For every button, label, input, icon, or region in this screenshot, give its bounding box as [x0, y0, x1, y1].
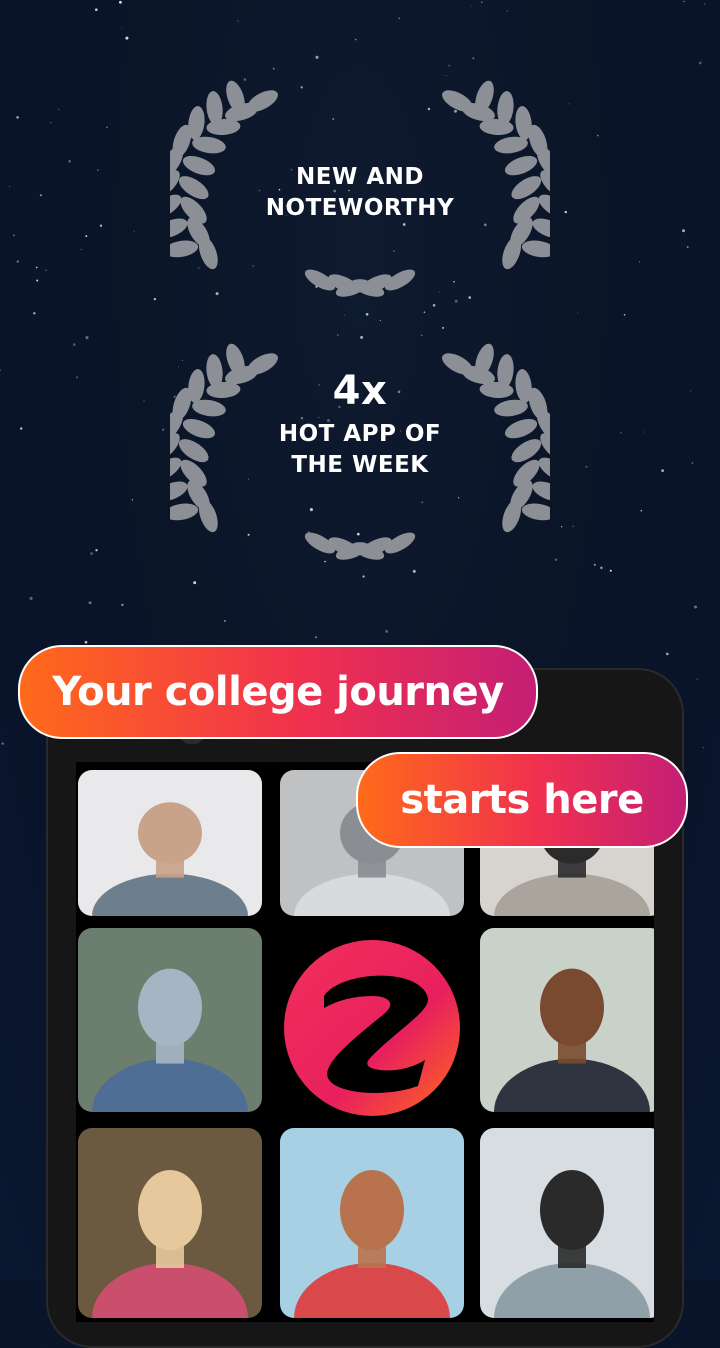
- photo-girl-rainbow-hair[interactable]: [78, 1128, 262, 1318]
- photo-woman-with-hat[interactable]: [78, 928, 262, 1112]
- award-line: NOTEWORTHY: [265, 195, 455, 221]
- award-multiplier: 4x: [332, 368, 388, 414]
- portrait-photo: [480, 1128, 654, 1318]
- photo-man-glasses-smiling[interactable]: [480, 928, 654, 1112]
- headline-line-1: Your college journey: [52, 669, 504, 715]
- app-logo-icon: [284, 940, 460, 1116]
- photo-young-man-confetti[interactable]: [78, 770, 262, 916]
- portrait-photo: [78, 1128, 262, 1318]
- portrait-photo: [280, 1128, 464, 1318]
- award-line: HOT APP OF: [278, 421, 442, 447]
- portrait-photo: [480, 928, 654, 1112]
- award-hot-app: 4x HOT APP OF THE WEEK: [0, 343, 720, 573]
- award-line: THE WEEK: [291, 452, 429, 478]
- headline-line-2: starts here: [400, 777, 644, 823]
- portrait-photo: [78, 928, 262, 1112]
- portrait-photo: [78, 770, 262, 916]
- award-line: NEW AND: [296, 164, 424, 190]
- headline-pill-1: Your college journey: [18, 645, 538, 739]
- photo-boy-beach[interactable]: [280, 1128, 464, 1318]
- photo-girl-net[interactable]: [480, 1128, 654, 1318]
- award-new-and-noteworthy: NEW AND NOTEWORTHY: [0, 80, 720, 310]
- headline-pill-2: starts here: [356, 752, 688, 848]
